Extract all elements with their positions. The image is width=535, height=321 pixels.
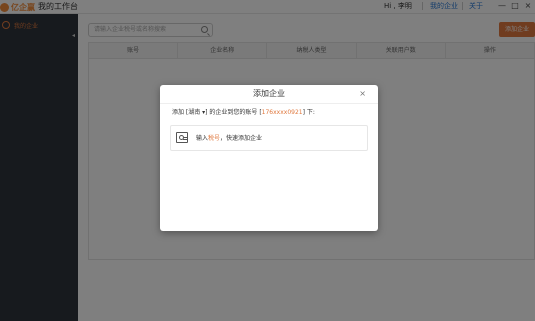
add-company-dialog: 添加企业 × 添加 [湖南 ▾] 的企业到您的账号 [176xxxx0921] … [160, 85, 378, 231]
divider [160, 103, 378, 104]
dialog-title: 添加企业 [253, 89, 285, 98]
dialog-header: 添加企业 × [160, 85, 378, 103]
close-icon[interactable]: × [359, 85, 366, 103]
message-prefix: 添加 [湖南 ▾] 的企业到您的账号 [ [172, 109, 262, 116]
tax-id-highlight: 税号 [208, 135, 221, 142]
option-prefix: 输入 [196, 135, 209, 142]
option-suffix: ，快速添加企业 [220, 135, 263, 142]
option-text: 输入税号，快速添加企业 [196, 126, 262, 152]
account-number: 176xxxx0921 [261, 109, 303, 116]
message-suffix: ] 下: [302, 109, 315, 116]
id-card-icon [176, 132, 188, 143]
enter-tax-id-option[interactable]: 输入税号，快速添加企业 [170, 125, 368, 151]
dialog-message: 添加 [湖南 ▾] 的企业到您的账号 [176xxxx0921] 下: [172, 108, 372, 118]
